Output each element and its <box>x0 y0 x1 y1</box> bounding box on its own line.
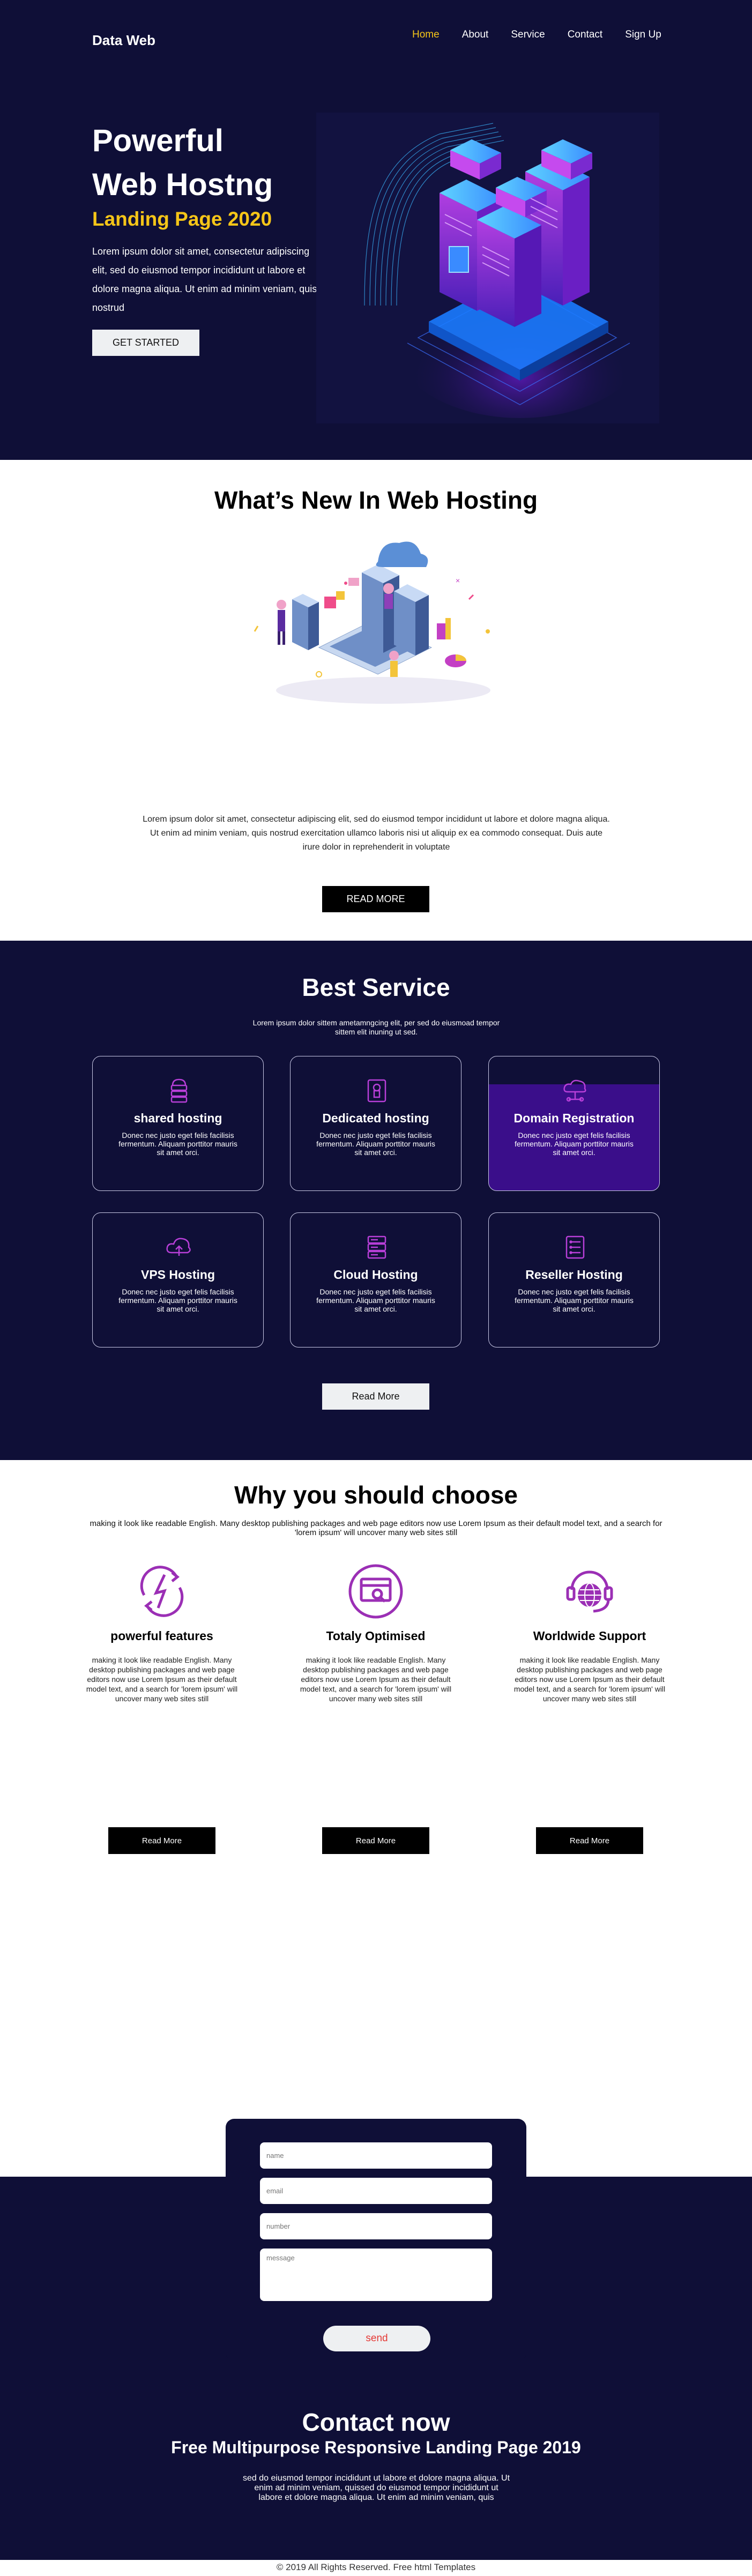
service-card-vps[interactable]: VPS Hosting Donec nec justo eget felis f… <box>92 1212 264 1347</box>
feature-text: making it look like readable English. Ma… <box>513 1656 666 1703</box>
service-card-reseller[interactable]: Reseller Hosting Donec nec justo eget fe… <box>488 1212 660 1347</box>
why-section: Why you should choose making it look lik… <box>0 1460 752 2039</box>
feature-text: making it look like readable English. Ma… <box>300 1656 452 1703</box>
service-card-text: Donec nec justo eget felis facilisis fer… <box>118 1287 237 1313</box>
nav-sign-up[interactable]: Sign Up <box>614 29 673 41</box>
news-title: What’s New In Web Hosting <box>214 486 538 514</box>
browser-search-icon <box>348 1564 403 1619</box>
brand-logo[interactable]: Data Web <box>92 32 155 49</box>
service-card-text: Donec nec justo eget felis facilisis fer… <box>515 1131 634 1157</box>
hero-title-line2: Web Hostng <box>92 167 273 202</box>
service-card-shared[interactable]: shared hosting Donec nec justo eget feli… <box>92 1056 264 1191</box>
service-card-dedicated[interactable]: Dedicated hosting Donec nec justo eget f… <box>290 1056 461 1191</box>
service-card-text: Donec nec justo eget felis facilisis fer… <box>316 1287 435 1313</box>
services-read-more-button[interactable]: Read More <box>322 1383 429 1410</box>
name-field[interactable] <box>260 2142 492 2169</box>
svg-text:×: × <box>456 576 460 585</box>
contact-title: Contact now <box>302 2408 450 2436</box>
globe-support-icon <box>566 1570 613 1613</box>
service-card-title: Domain Registration <box>513 1111 635 1125</box>
why-title: Why you should choose <box>234 1481 518 1509</box>
number-field[interactable] <box>260 2213 492 2239</box>
nav-service[interactable]: Service <box>500 29 556 41</box>
hero-section: Data Web Home About Service Contact Sign… <box>0 0 752 460</box>
lightning-cycle-icon <box>140 1566 184 1617</box>
feature-title: Worldwide Support <box>533 1629 646 1643</box>
service-card-text: Donec nec justo eget felis facilisis fer… <box>316 1131 435 1157</box>
nav-contact[interactable]: Contact <box>556 29 614 41</box>
get-started-button[interactable]: GET STARTED <box>92 330 199 356</box>
services-title: Best Service <box>302 973 450 1001</box>
server-list-icon <box>565 1235 585 1259</box>
email-field[interactable] <box>260 2178 492 2204</box>
feature-optimised: Totaly Optimised making it look like rea… <box>285 1563 467 1854</box>
contact-section: send Contact now Free Multipurpose Respo… <box>0 2039 752 2474</box>
server-illustration <box>316 113 659 423</box>
contact-subtitle: Free Multipurpose Responsive Landing Pag… <box>171 2438 581 2457</box>
nav-about[interactable]: About <box>451 29 500 41</box>
hero-title: Powerful Web Hostng <box>92 119 273 207</box>
hosting-illustration: × <box>254 541 490 704</box>
why-lead: making it look like readable English. Ma… <box>90 1519 662 1537</box>
server-rack-icon <box>367 1235 386 1259</box>
service-card-title: Cloud Hosting <box>333 1268 418 1282</box>
news-section: What’s New In Web Hosting × Lorem ipsum … <box>0 460 752 941</box>
feature-read-more-button[interactable]: Read More <box>108 1827 215 1854</box>
feature-read-more-button[interactable]: Read More <box>536 1827 643 1854</box>
service-card-title: shared hosting <box>133 1111 222 1125</box>
server-stack-icon <box>170 1078 188 1103</box>
news-text: Lorem ipsum dolor sit amet, consectetur … <box>143 815 610 852</box>
service-card-title: Dedicated hosting <box>322 1111 429 1125</box>
service-card-title: Reseller Hosting <box>525 1268 623 1282</box>
main-nav: Home About Service Contact Sign Up <box>401 29 673 41</box>
cloud-upload-icon <box>166 1238 191 1256</box>
service-card-text: Donec nec justo eget felis facilisis fer… <box>118 1131 237 1157</box>
service-card-domain[interactable]: Domain Registration Donec nec justo eget… <box>488 1056 660 1191</box>
nav-home[interactable]: Home <box>401 29 451 41</box>
feature-read-more-button[interactable]: Read More <box>322 1827 429 1854</box>
read-more-button[interactable]: READ MORE <box>322 886 429 912</box>
secure-server-icon <box>367 1079 386 1103</box>
contact-info: sed do eiusmod tempor incididunt ut labo… <box>0 2474 752 2560</box>
services-lead: Lorem ipsum dolor sittem ametamngcing el… <box>252 1018 500 1036</box>
feature-powerful: powerful features making it look like re… <box>71 1563 253 1854</box>
service-card-text: Donec nec justo eget felis facilisis fer… <box>515 1287 634 1313</box>
feature-title: powerful features <box>110 1629 213 1643</box>
cloud-network-icon <box>563 1079 586 1102</box>
contact-text: sed do eiusmod tempor incididunt ut labo… <box>242 2474 510 2502</box>
hero-subtitle: Landing Page 2020 <box>92 208 272 230</box>
hero-title-line1: Powerful <box>92 123 224 158</box>
feature-title: Totaly Optimised <box>326 1629 426 1643</box>
message-field[interactable] <box>260 2249 492 2301</box>
contact-form: send <box>226 2119 526 2361</box>
feature-text: making it look like readable English. Ma… <box>86 1656 238 1703</box>
hero-text: Lorem ipsum dolor sit amet, consectetur … <box>92 246 317 313</box>
send-button[interactable]: send <box>323 2326 430 2351</box>
service-card-title: VPS Hosting <box>140 1268 215 1282</box>
service-card-cloud[interactable]: Cloud Hosting Donec nec justo eget felis… <box>290 1212 461 1347</box>
feature-support: Worldwide Support making it look like re… <box>498 1563 681 1854</box>
services-section: Best Service Lorem ipsum dolor sittem am… <box>0 941 752 1460</box>
footer-copyright: © 2019 All Rights Reserved. Free html Te… <box>0 2560 752 2576</box>
